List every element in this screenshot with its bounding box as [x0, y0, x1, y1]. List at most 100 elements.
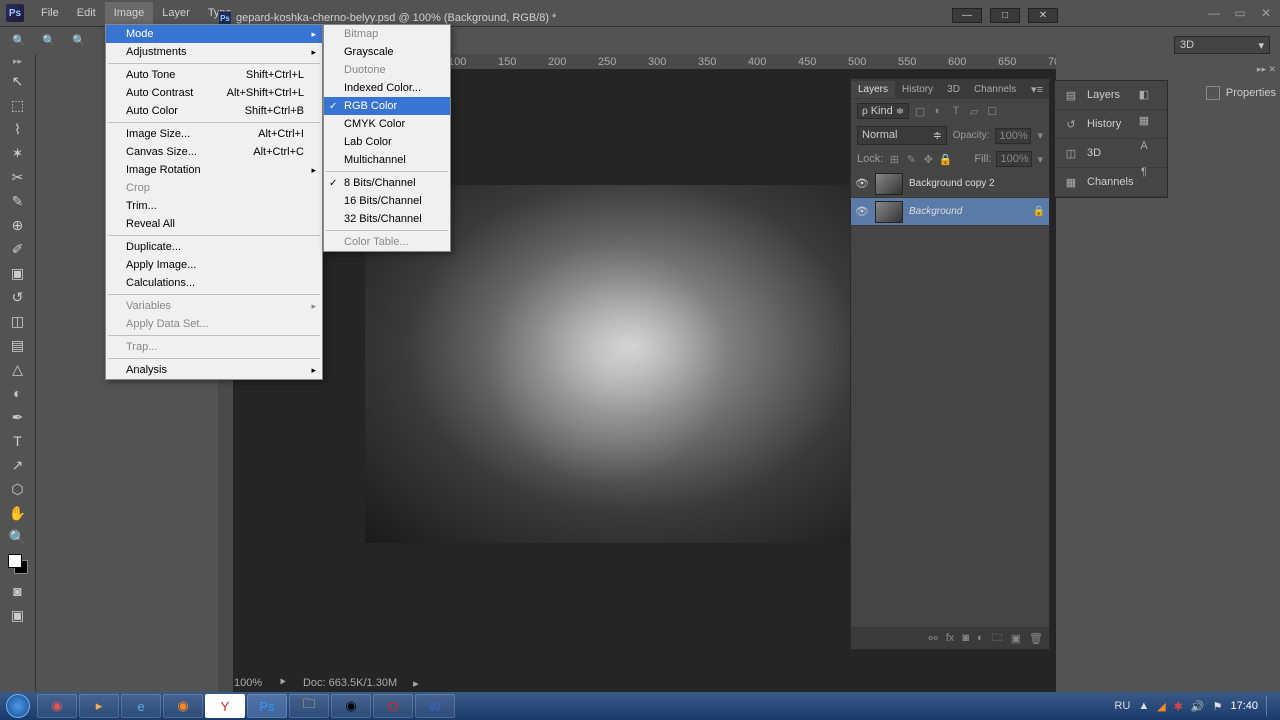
mode-menu-item-1[interactable]: Grayscale [324, 43, 450, 61]
shape-tool[interactable]: ⬡ [6, 478, 30, 500]
mode-menu-item-3[interactable]: Indexed Color... [324, 79, 450, 97]
image-menu-item-14[interactable]: Duplicate... [106, 238, 322, 256]
tools-collapse-icon[interactable]: ▸▸ [12, 56, 24, 66]
mode-menu-item-9[interactable]: ✓8 Bits/Channel [324, 174, 450, 192]
image-menu-item-7[interactable]: Image Size...Alt+Ctrl+I [106, 125, 322, 143]
stamp-tool[interactable]: ▣ [6, 262, 30, 284]
lock-paint-icon[interactable]: ✎ [905, 153, 917, 165]
image-menu-item-3[interactable]: Auto ToneShift+Ctrl+L [106, 66, 322, 84]
blur-tool[interactable]: △ [6, 358, 30, 380]
zoom-tool[interactable]: 🔍 [6, 526, 30, 548]
hand-tool[interactable]: ✋ [6, 502, 30, 524]
screenmode-toggle[interactable]: ▣ [6, 604, 30, 626]
filter-pixel-icon[interactable]: ▢ [913, 104, 927, 118]
side-icon-paragraph[interactable]: ¶ [1134, 160, 1154, 184]
lasso-tool[interactable]: ⌇ [6, 118, 30, 140]
dodge-tool[interactable]: ◐ [6, 382, 30, 404]
status-chevron2[interactable]: ▸ [413, 677, 419, 690]
taskbar-ie[interactable]: e [121, 694, 161, 718]
doc-close-button[interactable]: ✕ [1028, 8, 1058, 23]
menu-file[interactable]: File [32, 2, 68, 24]
tray-icon-1[interactable]: ▲ [1138, 700, 1149, 712]
tray-lang[interactable]: RU [1114, 700, 1130, 712]
layer-thumbnail[interactable] [875, 173, 903, 195]
start-button[interactable] [0, 692, 36, 720]
doc-maximize-button[interactable]: □ [990, 8, 1020, 23]
layer-name[interactable]: Background [909, 206, 1027, 217]
type-tool[interactable]: T [6, 430, 30, 452]
brush-tool[interactable]: ✐ [6, 238, 30, 260]
mode-menu-item-6[interactable]: Lab Color [324, 133, 450, 151]
new-layer-icon[interactable]: ▣ [1011, 632, 1021, 645]
filter-adjust-icon[interactable]: ◐ [931, 104, 945, 118]
lock-transparent-icon[interactable]: ⊞ [888, 153, 900, 165]
layer-visibility-icon[interactable]: 👁 [855, 177, 869, 190]
layer-mask-icon[interactable]: ◙ [962, 632, 969, 644]
blend-mode-select[interactable]: Normal≑ [857, 126, 947, 145]
foreground-color-swatch[interactable] [8, 554, 22, 568]
tray-volume-icon[interactable]: 🔊 [1191, 700, 1205, 713]
path-select-tool[interactable]: ↗ [6, 454, 30, 476]
layer-thumbnail[interactable] [875, 201, 903, 223]
side-icon-swatches[interactable]: ▦ [1134, 108, 1154, 132]
lock-position-icon[interactable]: ✥ [922, 153, 934, 165]
mode-menu-item-7[interactable]: Multichannel [324, 151, 450, 169]
app-minimize-button[interactable]: — [1202, 4, 1226, 22]
menu-edit[interactable]: Edit [68, 2, 105, 24]
app-maximize-button[interactable]: ▭ [1228, 4, 1252, 22]
healing-tool[interactable]: ⊕ [6, 214, 30, 236]
taskbar-firefox[interactable]: ◉ [163, 694, 203, 718]
tray-flag-icon[interactable]: ⚑ [1213, 700, 1223, 713]
doc-minimize-button[interactable]: — [952, 8, 982, 23]
image-menu-item-23[interactable]: Analysis▸ [106, 361, 322, 379]
side-icon-type[interactable]: A [1134, 134, 1154, 158]
mode-menu-item-10[interactable]: 16 Bits/Channel [324, 192, 450, 210]
lock-all-icon[interactable]: 🔒 [939, 153, 951, 165]
show-desktop[interactable] [1266, 696, 1274, 716]
color-swatches[interactable] [8, 554, 28, 574]
menu-layer[interactable]: Layer [153, 2, 199, 24]
image-menu-item-1[interactable]: Adjustments▸ [106, 43, 322, 61]
tray-clock[interactable]: 17:40 [1230, 700, 1258, 712]
filter-type-icon[interactable]: T [949, 104, 963, 118]
link-layers-icon[interactable]: ⚯ [929, 632, 938, 645]
image-menu-item-0[interactable]: Mode▸ [106, 25, 322, 43]
mode-menu-item-11[interactable]: 32 Bits/Channel [324, 210, 450, 228]
image-menu-item-4[interactable]: Auto ContrastAlt+Shift+Ctrl+L [106, 84, 322, 102]
taskbar-yandex[interactable]: Y [205, 694, 245, 718]
eyedropper-tool[interactable]: ✎ [6, 190, 30, 212]
menu-image[interactable]: Image [105, 2, 154, 24]
side-icon-color[interactable]: ◧ [1134, 82, 1154, 106]
quick-select-tool[interactable]: ✶ [6, 142, 30, 164]
layer-row[interactable]: 👁Background🔒 [851, 198, 1049, 226]
history-brush-tool[interactable]: ↺ [6, 286, 30, 308]
filter-smart-icon[interactable]: ☐ [985, 104, 999, 118]
mode-menu-item-5[interactable]: CMYK Color [324, 115, 450, 133]
properties-button[interactable]: Properties [1206, 86, 1276, 100]
workspace-select[interactable]: 3D ▾ [1174, 36, 1270, 54]
taskbar-explorer[interactable]: 🗀 [289, 694, 329, 718]
image-menu-item-15[interactable]: Apply Image... [106, 256, 322, 274]
taskbar-opera[interactable]: O [373, 694, 413, 718]
opacity-value[interactable]: 100% [995, 128, 1031, 144]
mode-menu-item-4[interactable]: ✓RGB Color [324, 97, 450, 115]
adjustment-layer-icon[interactable]: ◐ [977, 632, 984, 644]
panel-tab-3d[interactable]: 3D [940, 81, 967, 98]
group-icon[interactable]: 🗀 [992, 629, 1003, 648]
move-tool[interactable]: ↖ [6, 70, 30, 92]
pen-tool[interactable]: ✒ [6, 406, 30, 428]
image-menu-item-9[interactable]: Image Rotation▸ [106, 161, 322, 179]
zoom-out-icon[interactable]: 🔍 [68, 30, 90, 52]
gradient-tool[interactable]: ▤ [6, 334, 30, 356]
app-close-button[interactable]: ✕ [1254, 4, 1278, 22]
crop-tool[interactable]: ✂ [6, 166, 30, 188]
status-chevron[interactable]: ⯈ [278, 677, 287, 690]
image-menu-item-12[interactable]: Reveal All [106, 215, 322, 233]
panel-menu-icon[interactable]: ▾≡ [1025, 83, 1049, 96]
delete-layer-icon[interactable]: 🗑 [1029, 632, 1043, 645]
zoom-in-icon[interactable]: 🔍 [38, 30, 60, 52]
image-menu-item-11[interactable]: Trim... [106, 197, 322, 215]
eraser-tool[interactable]: ◫ [6, 310, 30, 332]
layer-kind-select[interactable]: ρ Kind ≑ [857, 103, 909, 119]
taskbar-app-2[interactable]: ▸ [79, 694, 119, 718]
